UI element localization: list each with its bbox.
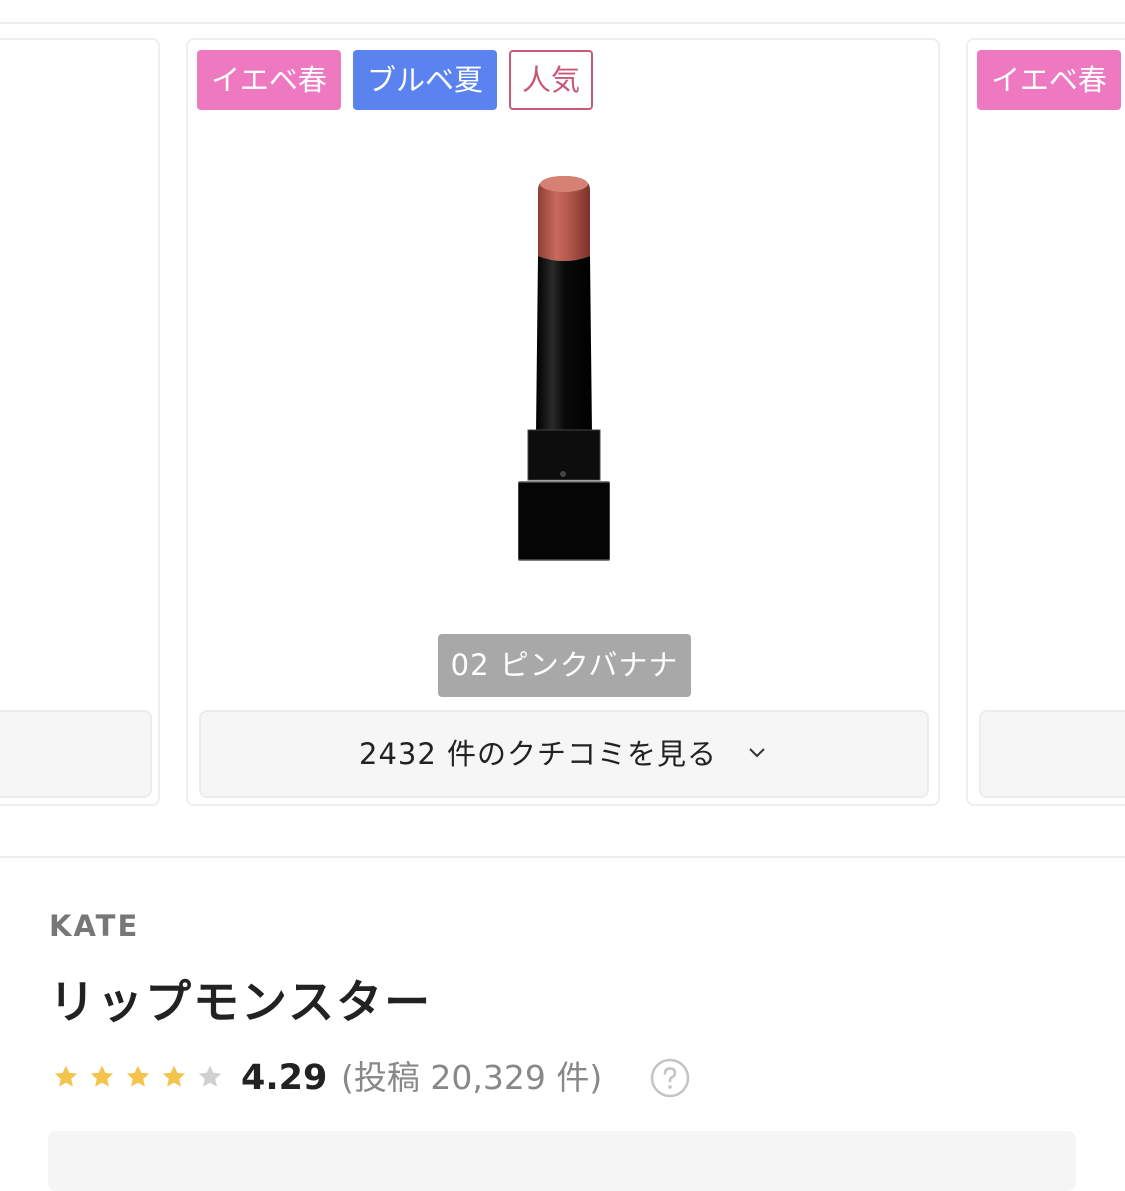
product-title: リップモンスター xyxy=(49,975,433,1029)
rating-value: 4.29 xyxy=(241,1058,328,1098)
chevron-down-icon xyxy=(749,748,765,758)
help-question-icon[interactable] xyxy=(650,1058,690,1098)
shade-card-previous[interactable] xyxy=(0,38,160,806)
view-reviews-button[interactable]: 2432 件のクチコミを見る xyxy=(199,710,929,798)
star-filled-icon xyxy=(54,1065,78,1087)
reviews-button-next[interactable] xyxy=(979,710,1125,798)
shade-card-current[interactable]: イエベ春 ブルベ夏 人気 02 ピンクバナナ 2432 件のクチコミを見る xyxy=(186,38,940,806)
view-reviews-label: 2432 件のクチコミを見る xyxy=(359,737,718,771)
top-divider xyxy=(0,22,1125,24)
shade-card-next[interactable]: イエベ春 xyxy=(966,38,1125,806)
review-post-count: (投稿 20,329 件) xyxy=(341,1058,603,1097)
section-divider xyxy=(0,856,1125,858)
tag-popular: 人気 xyxy=(509,50,593,110)
shade-name-label: 02 ピンクバナナ xyxy=(438,634,691,697)
shade-carousel[interactable]: イエベ春 ブルベ夏 人気 02 ピンクバナナ 2432 件のクチコミを見る イエ… xyxy=(0,38,1125,810)
star-filled-icon xyxy=(90,1065,114,1087)
reviews-button-previous[interactable] xyxy=(0,710,152,798)
star-filled-icon xyxy=(126,1065,150,1087)
info-panel xyxy=(48,1131,1076,1191)
star-rating xyxy=(53,1064,233,1092)
tag-yellow-base-spring: イエベ春 xyxy=(197,50,341,110)
tag-yellow-base-spring: イエベ春 xyxy=(977,50,1121,110)
star-empty-icon xyxy=(198,1065,222,1087)
lipstick-product-image xyxy=(518,176,610,561)
brand-name[interactable]: KATE xyxy=(49,906,139,946)
star-filled-icon xyxy=(162,1065,186,1087)
tag-blue-base-summer: ブルベ夏 xyxy=(353,50,497,110)
